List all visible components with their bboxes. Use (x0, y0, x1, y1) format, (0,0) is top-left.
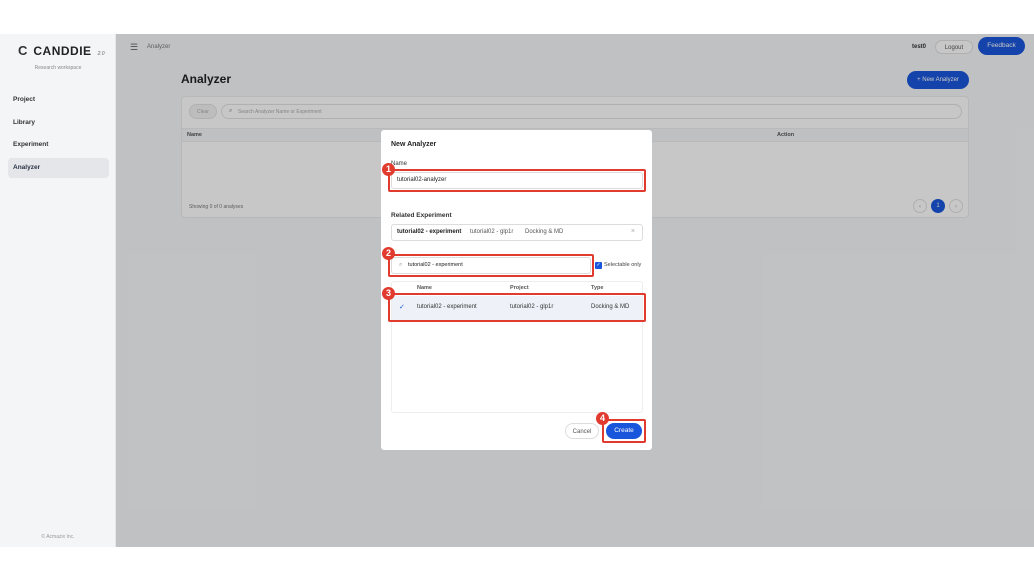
highlight-box-4 (602, 419, 646, 443)
highlight-box-2 (388, 254, 594, 277)
sidebar-item-analyzer[interactable]: Analyzer (8, 157, 109, 178)
sidebar-nav: Project Library Experiment Analyzer (8, 90, 109, 180)
step-badge-4: 4 (596, 412, 609, 425)
list-column-name: Name (417, 285, 432, 291)
step-badge-3: 3 (382, 287, 395, 300)
dialog-title: New Analyzer (391, 141, 437, 148)
sidebar-item-library[interactable]: Library (8, 113, 109, 133)
list-column-type: Type (591, 285, 604, 291)
copyright: © Acmazix Inc. (41, 534, 75, 540)
logo: C CANDDIE 2.0 (18, 43, 105, 58)
selected-experiment-project: tutorial02 - glp1r (470, 229, 514, 235)
sidebar-item-experiment[interactable]: Experiment (8, 135, 109, 155)
workspace-label: Research workspace (34, 65, 82, 71)
step-badge-2: 2 (382, 247, 395, 260)
sidebar: C CANDDIE 2.0 Research workspace Project… (0, 34, 116, 547)
selected-experiment-type: Docking & MD (525, 229, 564, 235)
selectable-only-checkbox[interactable]: ✓ (595, 262, 602, 269)
step-badge-1: 1 (382, 163, 395, 176)
logo-text: CANDDIE (33, 44, 92, 58)
sidebar-item-project[interactable]: Project (8, 90, 109, 110)
selected-experiment-name: tutorial02 - experiment (397, 229, 462, 235)
related-experiment-label: Related Experiment (391, 212, 452, 219)
close-icon[interactable]: × (631, 228, 635, 235)
highlight-box-1 (388, 169, 646, 192)
highlight-box-3 (388, 293, 646, 322)
list-column-project: Project (510, 285, 529, 291)
logo-icon: C (18, 43, 28, 58)
logo-version: 2.0 (97, 51, 105, 57)
cancel-button[interactable]: Cancel (565, 423, 599, 439)
selected-experiment-field[interactable]: tutorial02 - experiment tutorial02 - glp… (391, 224, 643, 241)
selectable-only-label: Selectable only (604, 262, 642, 268)
